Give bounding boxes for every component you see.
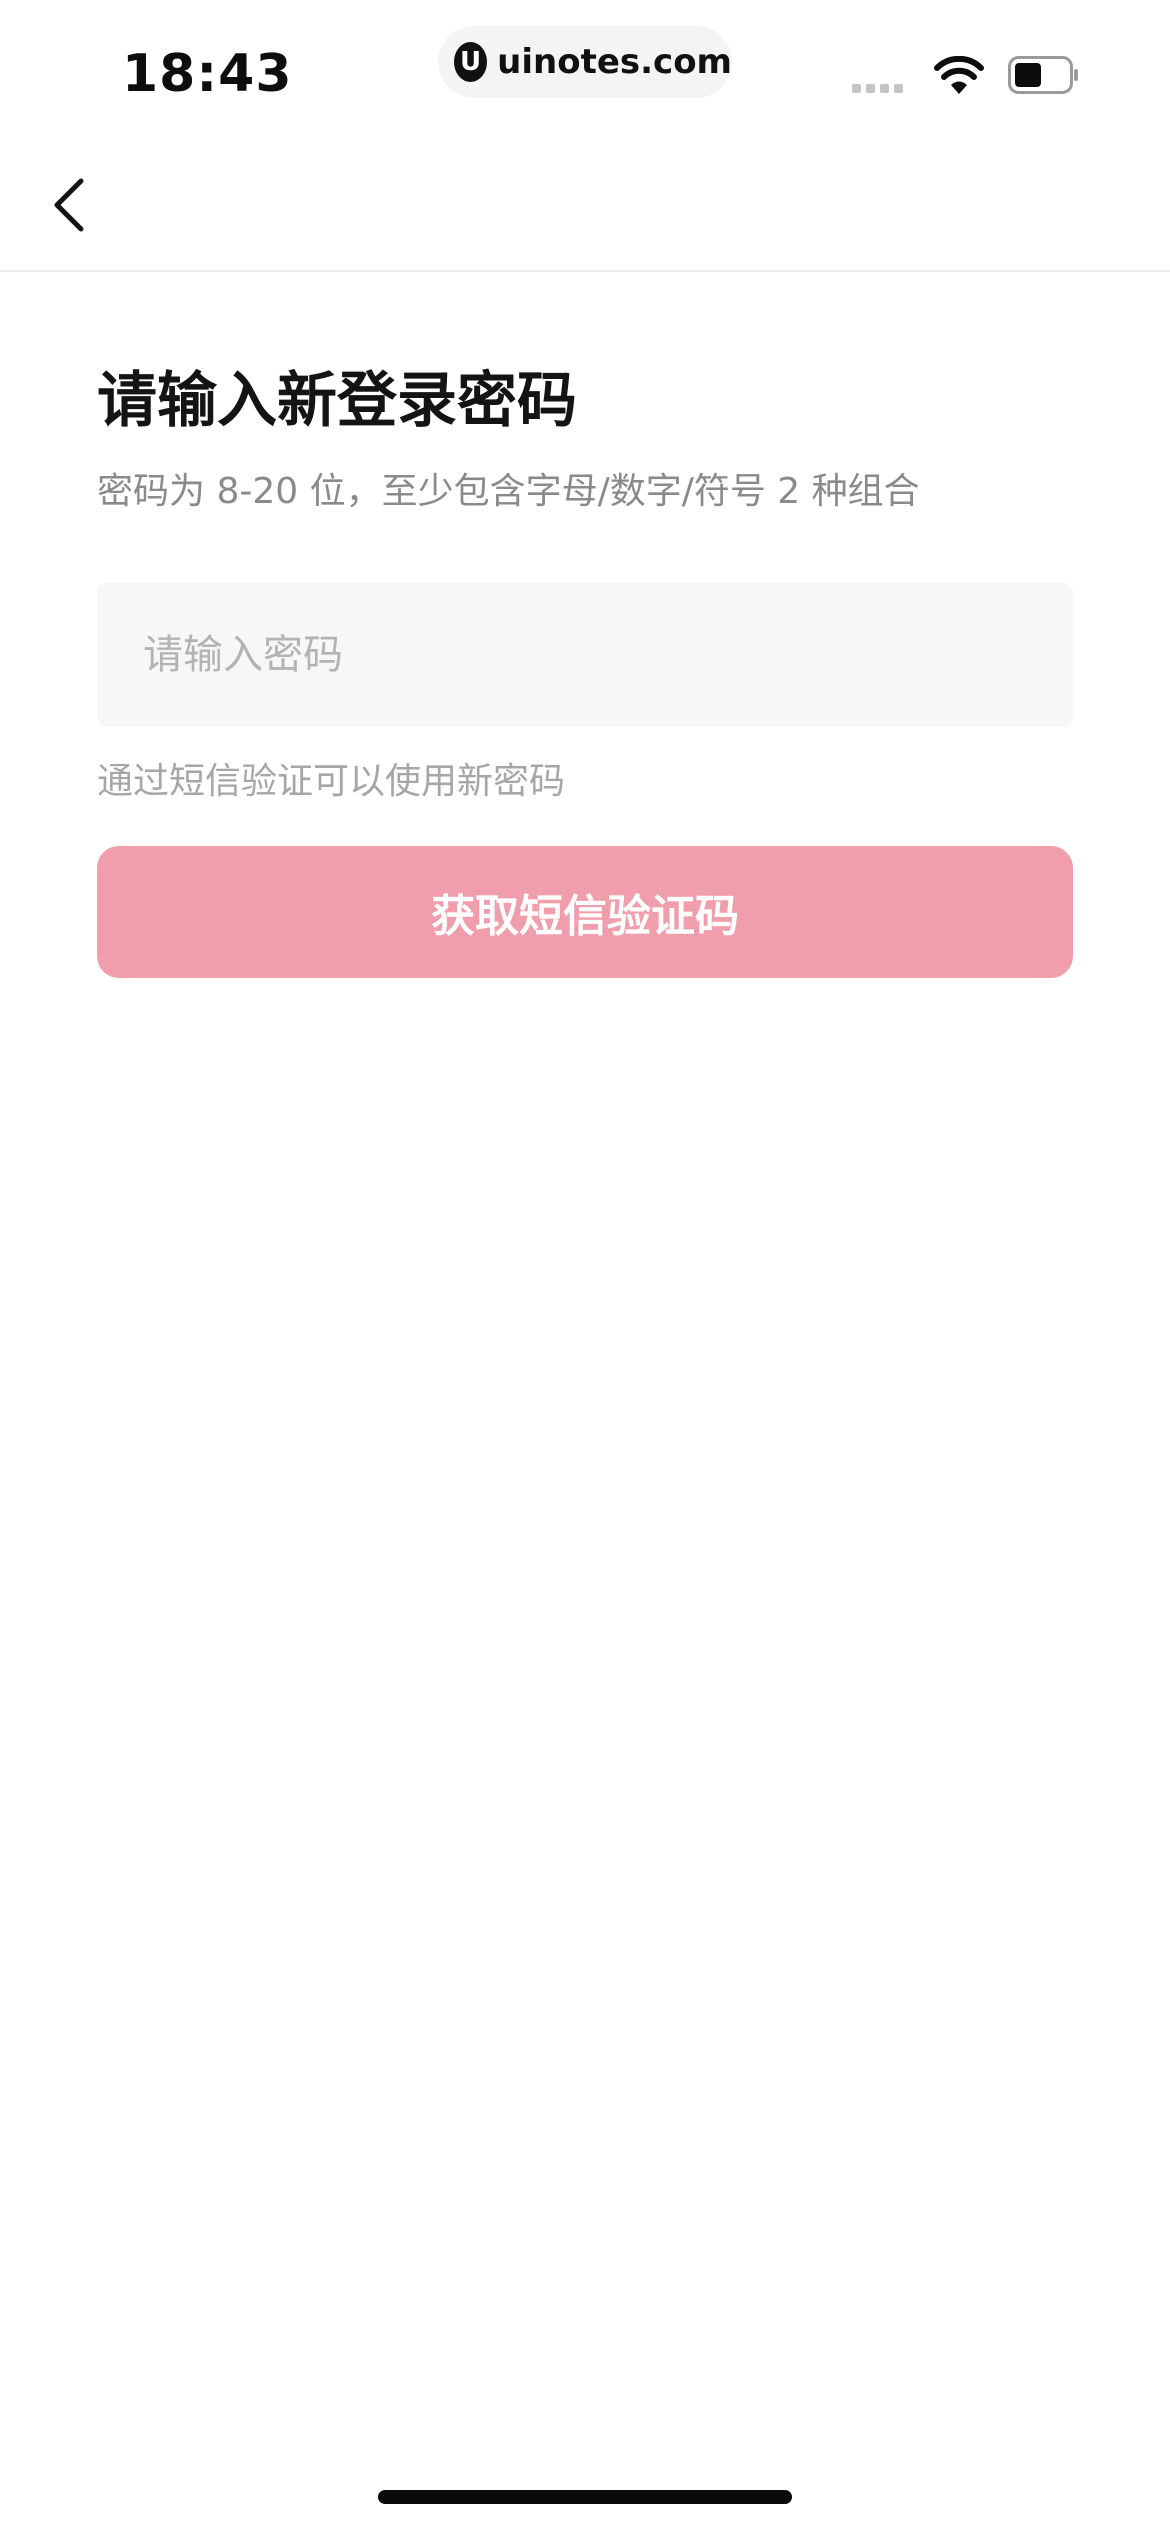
url-text: uinotes.com <box>497 42 732 82</box>
battery-icon <box>1008 56 1078 94</box>
wifi-icon <box>934 56 984 94</box>
password-rule-subtitle: 密码为 8-20 位，至少包含字母/数字/符号 2 种组合 <box>97 471 920 512</box>
sms-hint-text: 通过短信验证可以使用新密码 <box>97 761 566 802</box>
password-field[interactable] <box>97 583 1073 727</box>
nav-bar <box>0 140 1170 272</box>
url-pill[interactable]: U uinotes.com <box>438 26 732 98</box>
back-button[interactable] <box>34 170 104 240</box>
home-indicator <box>378 2490 792 2504</box>
site-logo-icon: U <box>454 42 488 82</box>
chevron-left-icon <box>54 178 84 232</box>
status-time: 18:43 <box>122 44 293 104</box>
page-title: 请输入新登录密码 <box>97 366 577 436</box>
get-sms-code-button[interactable]: 获取短信验证码 <box>97 846 1073 978</box>
status-bar: 18:43 U uinotes.com <box>0 0 1170 140</box>
password-input[interactable] <box>97 583 1073 727</box>
cellular-signal-icon <box>852 84 903 93</box>
